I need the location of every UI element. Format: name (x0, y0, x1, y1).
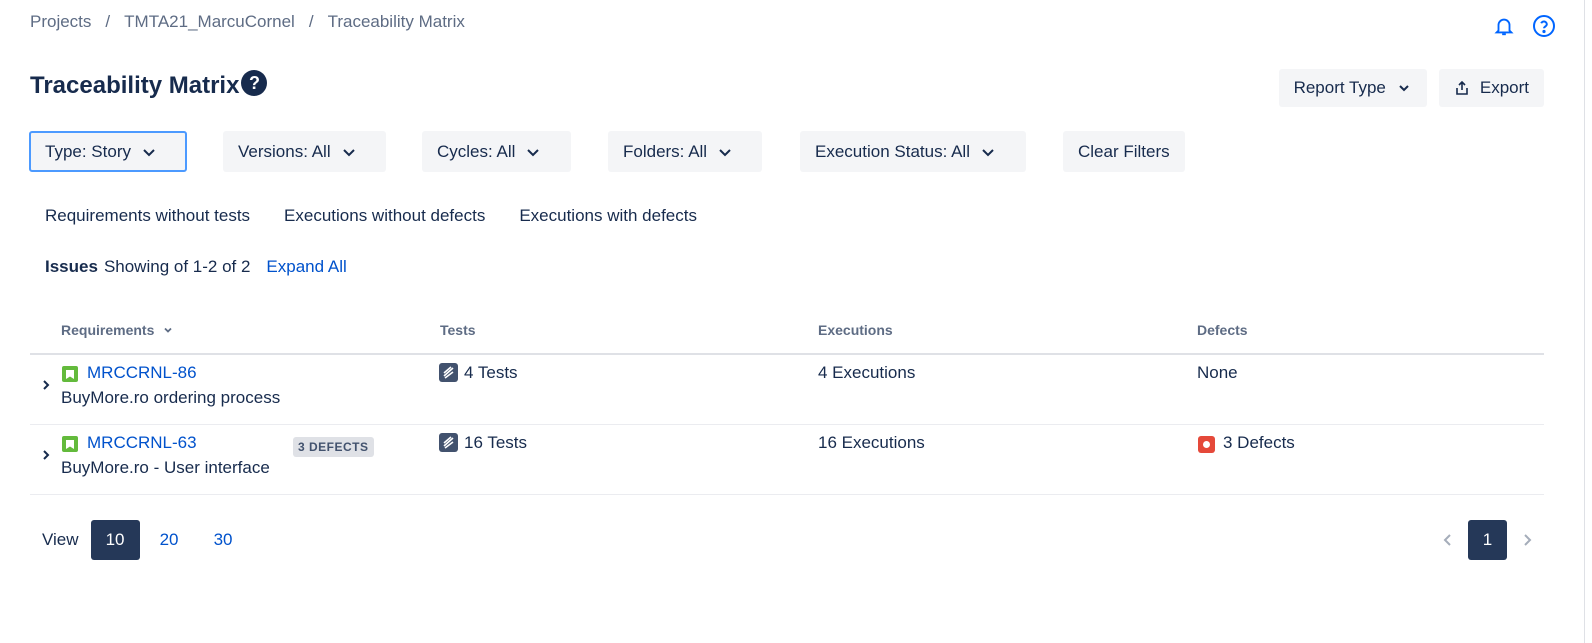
chevron-right-icon[interactable] (40, 379, 52, 391)
table-row: MRCCRNL-63 3 DEFECTS BuyMore.ro - User i… (30, 425, 1544, 495)
table-row: MRCCRNL-86 BuyMore.ro ordering process 4… (30, 355, 1544, 425)
story-icon (62, 436, 78, 452)
execution-status-filter-label: Execution Status: All (815, 141, 970, 161)
top-icons (1492, 14, 1556, 38)
tests-link[interactable]: 4 Tests (464, 363, 518, 383)
export-button[interactable]: Export (1438, 69, 1544, 107)
quick-filter-requirements-without-tests[interactable]: Requirements without tests (45, 206, 250, 226)
defects-value: None (1197, 363, 1238, 382)
traceability-table: Requirements Tests Executions Defects MR… (30, 310, 1544, 495)
column-tests: Tests (440, 322, 476, 338)
pagination: 1 (1440, 520, 1535, 560)
export-icon (1456, 80, 1468, 95)
issue-summary: BuyMore.ro ordering process (61, 388, 281, 407)
breadcrumb-separator: / (105, 12, 111, 31)
tests-link[interactable]: 16 Tests (464, 433, 527, 453)
tests-icon (439, 433, 458, 452)
type-filter-label: Type: Story (45, 141, 131, 161)
breadcrumb-current[interactable]: Traceability Matrix (328, 12, 465, 32)
defects-link[interactable]: 3 Defects (1223, 433, 1295, 453)
folders-filter[interactable]: Folders: All (608, 131, 762, 172)
breadcrumb-project[interactable]: TMTA21_MarcuCornel (124, 12, 295, 32)
chevron-right-icon[interactable] (1519, 532, 1535, 548)
header-actions: Report Type Export (1278, 69, 1544, 107)
chevron-down-icon (143, 148, 155, 156)
page-title-text: Traceability Matrix (30, 72, 240, 99)
issues-summary: Issues Showing of 1-2 of 2 Expand All (45, 257, 347, 277)
column-executions: Executions (818, 322, 893, 338)
cycles-filter[interactable]: Cycles: All (422, 131, 571, 172)
page-size-30[interactable]: 30 (199, 520, 248, 560)
page-number-current[interactable]: 1 (1468, 520, 1507, 560)
issues-label: Issues (45, 257, 98, 276)
page-title: Traceability Matrix ? (30, 70, 268, 100)
tests-icon (439, 363, 458, 382)
clear-filters-label: Clear Filters (1078, 141, 1170, 161)
page-size-20[interactable]: 20 (145, 520, 194, 560)
story-icon (62, 366, 78, 382)
chevron-down-icon (719, 148, 731, 156)
quick-filter-executions-with-defects[interactable]: Executions with defects (519, 206, 697, 226)
chevron-left-icon[interactable] (1440, 532, 1456, 548)
column-defects: Defects (1197, 322, 1248, 338)
defects-badge: 3 DEFECTS (293, 437, 374, 457)
cycles-filter-label: Cycles: All (437, 141, 516, 161)
executions-link[interactable]: 4 Executions (818, 363, 915, 383)
type-filter[interactable]: Type: Story (29, 131, 187, 172)
page-size-selector: View 10 20 30 (42, 520, 253, 560)
folders-filter-label: Folders: All (623, 141, 708, 161)
report-type-label: Report Type (1293, 78, 1386, 97)
chevron-down-icon (982, 148, 994, 156)
execution-status-filter[interactable]: Execution Status: All (800, 131, 1026, 172)
issue-summary: BuyMore.ro - User interface (61, 458, 270, 477)
column-requirements-label: Requirements (61, 322, 155, 338)
chevron-down-icon (342, 148, 355, 156)
versions-filter[interactable]: Versions: All (223, 131, 386, 172)
window-edge (1584, 0, 1592, 643)
chevron-down-icon (1399, 85, 1409, 92)
export-label: Export (1479, 78, 1529, 97)
clear-filters-button[interactable]: Clear Filters (1063, 131, 1185, 172)
breadcrumb-projects[interactable]: Projects (30, 12, 91, 32)
chevron-down-icon (164, 327, 172, 333)
breadcrumb: Projects / TMTA21_MarcuCornel / Traceabi… (30, 12, 465, 32)
versions-filter-label: Versions: All (238, 141, 331, 161)
bug-icon (1198, 436, 1215, 453)
view-label: View (42, 530, 79, 549)
quick-filter-executions-without-defects[interactable]: Executions without defects (284, 206, 485, 226)
report-type-button[interactable]: Report Type (1278, 69, 1427, 107)
column-requirements[interactable]: Requirements (61, 322, 174, 338)
help-icon[interactable]: ? (241, 70, 268, 96)
issue-key-link[interactable]: MRCCRNL-63 (87, 433, 197, 453)
table-header: Requirements Tests Executions Defects (30, 310, 1544, 355)
expand-all-link[interactable]: Expand All (266, 257, 346, 277)
chevron-down-icon (527, 148, 540, 156)
breadcrumb-separator: / (308, 12, 314, 31)
page-size-10[interactable]: 10 (90, 520, 140, 560)
issue-key-link[interactable]: MRCCRNL-86 (87, 363, 197, 383)
quick-filters: Requirements without tests Executions wi… (45, 206, 731, 226)
help-circle-icon[interactable] (1532, 14, 1556, 38)
issues-showing: Showing of 1-2 of 2 (103, 257, 251, 276)
bell-icon[interactable] (1492, 14, 1516, 38)
chevron-right-icon[interactable] (40, 449, 52, 461)
executions-link[interactable]: 16 Executions (818, 433, 925, 453)
